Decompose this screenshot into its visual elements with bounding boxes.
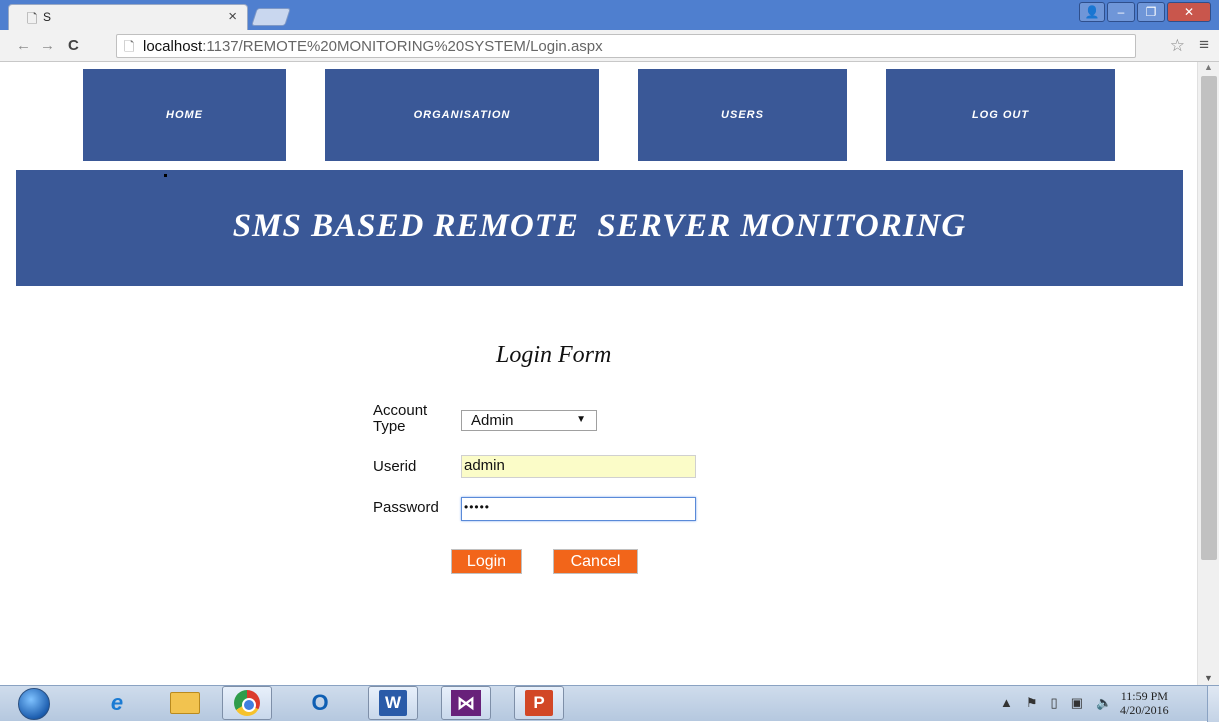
start-button[interactable] (6, 687, 66, 721)
scroll-down-icon[interactable]: ▼ (1204, 673, 1213, 683)
url-host: localhost (143, 38, 203, 55)
login-button[interactable]: Login (451, 549, 522, 574)
show-hidden-icons-icon[interactable]: ▲ (1000, 695, 1013, 711)
windows-logo-icon (18, 688, 50, 720)
dropdown-arrow-icon: ▼ (576, 414, 586, 425)
window-controls: 👤 – ❐ ✕ (1079, 2, 1211, 22)
address-bar[interactable]: 🗋 localhost:1137/REMOTE%20MONITORING%20S… (116, 34, 1136, 58)
maximize-icon[interactable]: ❐ (1137, 2, 1165, 22)
nav-users-button[interactable]: USERS (638, 69, 847, 161)
show-desktop-button[interactable] (1207, 686, 1219, 722)
minimize-icon[interactable]: – (1107, 2, 1135, 22)
close-window-icon[interactable]: ✕ (1167, 2, 1211, 22)
action-center-flag-icon[interactable]: ⚑ (1026, 695, 1038, 711)
user-profile-icon[interactable]: 👤 (1079, 2, 1105, 22)
nav-logout-button[interactable]: LOG OUT (886, 69, 1115, 161)
file-explorer-icon[interactable] (160, 686, 210, 720)
nav-organisation-button[interactable]: ORGANISATION (325, 69, 599, 161)
login-form-title: Login Form (496, 342, 612, 368)
account-type-label: Account Type (373, 402, 428, 435)
reload-icon[interactable]: C (68, 37, 79, 54)
page-info-icon: 🗋 (124, 39, 135, 54)
browser-toolbar: ← → C 🗋 localhost:1137/REMOTE%20MONITORI… (0, 30, 1219, 62)
windows-taskbar: e O W ⋈ P ▲ ⚑ ▯ ▣ 🔈 11:59 PM 4/20/2016 (0, 685, 1219, 722)
forward-arrow-icon[interactable]: → (40, 37, 55, 54)
scroll-up-icon[interactable]: ▲ (1204, 62, 1213, 72)
browser-tab[interactable]: 🗋 S × (8, 4, 248, 30)
back-arrow-icon[interactable]: ← (16, 37, 31, 54)
menu-icon[interactable]: ≡ (1199, 35, 1209, 55)
cancel-button[interactable]: Cancel (553, 549, 638, 574)
password-input[interactable]: ••••• (461, 497, 696, 521)
vertical-scrollbar[interactable]: ▲ ▼ (1197, 62, 1219, 685)
taskbar-clock[interactable]: 11:59 PM 4/20/2016 (1120, 689, 1169, 717)
chrome-icon[interactable] (222, 686, 272, 720)
scrollbar-thumb[interactable] (1201, 76, 1217, 560)
url-path: :1137/REMOTE%20MONITORING%20SYSTEM/Login… (202, 38, 603, 55)
page-viewport: HOME ORGANISATION USERS LOG OUT SMS BASE… (0, 62, 1219, 685)
bookmark-star-icon[interactable]: ☆ (1170, 36, 1185, 56)
visual-studio-icon[interactable]: ⋈ (441, 686, 491, 720)
battery-icon[interactable]: ▯ (1051, 695, 1058, 711)
system-tray: ▲ ⚑ ▯ ▣ 🔈 (1000, 695, 1112, 711)
userid-label: Userid (373, 458, 417, 475)
site-banner: SMS BASED REMOTE SERVER MONITORING (16, 170, 1183, 286)
account-type-value: Admin (471, 412, 514, 429)
nav-home-button[interactable]: HOME (83, 69, 286, 161)
banner-dot (164, 174, 167, 177)
powerpoint-icon[interactable]: P (514, 686, 564, 720)
internet-explorer-icon[interactable]: e (92, 686, 142, 720)
banner-title: SMS BASED REMOTE SERVER MONITORING (232, 208, 967, 244)
clock-time: 11:59 PM (1120, 689, 1168, 703)
close-tab-icon[interactable]: × (228, 8, 237, 25)
outlook-icon[interactable]: O (295, 686, 345, 720)
tab-title: S (43, 10, 52, 24)
volume-icon[interactable]: 🔈 (1096, 695, 1112, 711)
network-icon[interactable]: ▣ (1071, 695, 1083, 711)
word-icon[interactable]: W (368, 686, 418, 720)
userid-input[interactable]: admin (461, 455, 696, 478)
password-label: Password (373, 499, 439, 516)
new-tab-button[interactable] (251, 8, 291, 26)
url-text: localhost:1137/REMOTE%20MONITORING%20SYS… (143, 38, 603, 55)
account-type-select[interactable]: Admin ▼ (461, 410, 597, 431)
browser-title-bar: 🗋 S × 👤 – ❐ ✕ (0, 0, 1219, 30)
clock-date: 4/20/2016 (1120, 703, 1169, 717)
page-icon: 🗋 (27, 11, 38, 26)
